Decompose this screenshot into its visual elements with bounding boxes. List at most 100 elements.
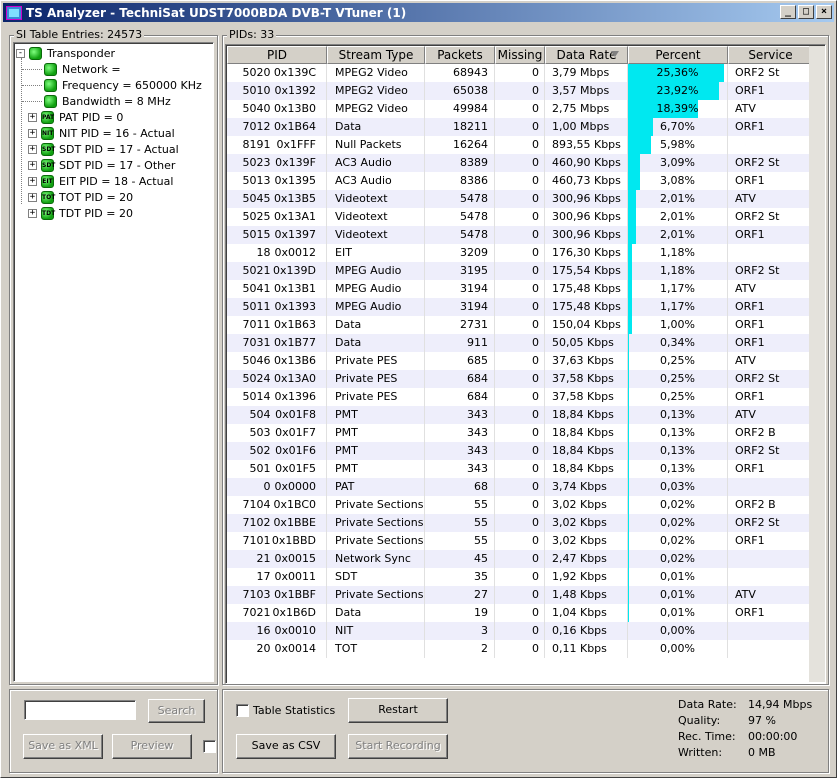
tree-node-table-6[interactable]: + TDT TDT PID = 20 xyxy=(28,205,133,221)
table-row[interactable]: 18 0x0012 EIT 3209 0 176,30 Kbps 1,18% xyxy=(227,244,813,262)
controls-group xyxy=(222,689,829,773)
table-row[interactable]: 5015 0x1397 Videotext 5478 0 300,96 Kbps 2,01%… xyxy=(227,226,813,244)
search-button[interactable]: Search xyxy=(148,699,205,723)
save-as-csv-button[interactable]: Save as CSV xyxy=(236,734,336,759)
title-bar[interactable]: TS Analyzer - TechniSat UDST7000BDA DVB-… xyxy=(3,3,834,22)
column-header-packets-label: Packets xyxy=(437,48,483,62)
cell-stream-type: Videotext xyxy=(327,226,425,244)
table-row[interactable]: 5041 0x13B1 MPEG Audio 3194 0 175,48 Kbps 1,17… xyxy=(227,280,813,298)
table-row[interactable]: 503 0x01F7 PMT 343 0 18,84 Kbps 0,13% ORF2 B xyxy=(227,424,813,442)
table-row[interactable]: 7101 0x1BBD Private Sections 55 0 3,02 Kbps 0,… xyxy=(227,532,813,550)
table-row[interactable]: 7102 0x1BBE Private Sections 55 0 3,02 Kbps 0,… xyxy=(227,514,813,532)
info-node-icon xyxy=(44,78,57,92)
tree-node-transponder[interactable]: - Transponder xyxy=(16,45,115,61)
table-row[interactable]: 16 0x0010 NIT 3 0 0,16 Kbps 0,00% xyxy=(227,622,813,640)
expand-icon[interactable]: + xyxy=(28,160,37,170)
cell-percent: 0,34% xyxy=(628,334,728,352)
table-row[interactable]: 21 0x0015 Network Sync 45 0 2,47 Kbps 0,02% xyxy=(227,550,813,568)
cell-percent: 0,13% xyxy=(628,424,728,442)
table-row[interactable]: 17 0x0011 SDT 35 0 1,92 Kbps 0,01% xyxy=(227,568,813,586)
collapse-icon[interactable]: - xyxy=(16,48,25,58)
cell-percent-value: 0,02% xyxy=(660,516,695,529)
expand-icon[interactable]: + xyxy=(28,128,37,138)
expand-icon[interactable]: + xyxy=(28,176,37,186)
cell-service xyxy=(728,622,813,640)
table-row[interactable]: 7103 0x1BBF Private Sections 27 0 1,48 Kbps 0,… xyxy=(227,586,813,604)
table-row[interactable]: 5014 0x1396 Private PES 684 0 37,58 Kbps 0,25%… xyxy=(227,388,813,406)
tree-line xyxy=(22,85,42,86)
column-header-packets[interactable]: Packets xyxy=(425,46,495,64)
tree-node-info-1[interactable]: Frequency = 650000 KHz xyxy=(44,77,202,93)
tree-node-info-2[interactable]: Bandwidth = 8 MHz xyxy=(44,93,171,109)
cell-pid-hex: 0x139D xyxy=(273,264,316,277)
cell-percent: 0,02% xyxy=(628,532,728,550)
table-row[interactable]: 8191 0x1FFF Null Packets 16264 0 893,55 Kbps 5… xyxy=(227,136,813,154)
expand-icon[interactable]: + xyxy=(28,208,37,218)
tree-node-table-1[interactable]: + NIT NIT PID = 16 - Actual xyxy=(28,125,175,141)
table-row[interactable]: 5020 0x139C MPEG2 Video 68943 0 3,79 Mbps 25,3… xyxy=(227,64,813,82)
cell-pid: 5025 0x13A1 xyxy=(227,208,327,226)
table-row[interactable]: 7104 0x1BC0 Private Sections 55 0 3,02 Kbps 0,… xyxy=(227,496,813,514)
column-header-stream-type[interactable]: Stream Type xyxy=(327,46,425,64)
minimize-button[interactable]: _ xyxy=(780,5,796,19)
column-header-missing[interactable]: Missing xyxy=(495,46,545,64)
start-recording-button[interactable]: Start Recording xyxy=(348,734,448,759)
tree-node-table-2[interactable]: + SDT SDT PID = 17 - Actual xyxy=(28,141,179,157)
tree-node-info-0[interactable]: Network = xyxy=(44,61,121,77)
cell-packets: 8389 xyxy=(425,154,495,172)
cell-stream-type: MPEG Audio xyxy=(327,262,425,280)
tree-node-table-5[interactable]: + TOT TOT PID = 20 xyxy=(28,189,133,205)
tree-node-table-0[interactable]: + PAT PAT PID = 0 xyxy=(28,109,123,125)
tree-node-table-4[interactable]: + EIT EIT PID = 18 - Actual xyxy=(28,173,173,189)
expand-icon[interactable]: + xyxy=(28,112,37,122)
table-statistics-checkbox[interactable] xyxy=(236,704,249,717)
table-row[interactable]: 5046 0x13B6 Private PES 685 0 37,63 Kbps 0,25%… xyxy=(227,352,813,370)
cell-pid-decimal: 5025 xyxy=(242,210,271,223)
table-row[interactable]: 7031 0x1B77 Data 911 0 50,05 Kbps 0,34% ORF1 xyxy=(227,334,813,352)
pid-table-scrollbar[interactable] xyxy=(809,46,825,682)
preview-button[interactable]: Preview xyxy=(112,734,192,759)
si-tree[interactable]: - Transponder Network = Frequency = 650000 … xyxy=(13,42,214,682)
table-row[interactable]: 5040 0x13B0 MPEG2 Video 49984 0 2,75 Mbps 18,3… xyxy=(227,100,813,118)
left-panel-checkbox[interactable] xyxy=(203,740,216,753)
table-row[interactable]: 7021 0x1B6D Data 19 0 1,04 Kbps 0,01% ORF1 xyxy=(227,604,813,622)
table-row[interactable]: 501 0x01F5 PMT 343 0 18,84 Kbps 0,13% ORF1 xyxy=(227,460,813,478)
table-row[interactable]: 7011 0x1B63 Data 2731 0 150,04 Kbps 1,00% ORF1 xyxy=(227,316,813,334)
cell-data-rate: 175,48 Kbps xyxy=(545,280,628,298)
table-row[interactable]: 5013 0x1395 AC3 Audio 8386 0 460,73 Kbps 3,08%… xyxy=(227,172,813,190)
table-row[interactable]: 5010 0x1392 MPEG2 Video 65038 0 3,57 Mbps 23,9… xyxy=(227,82,813,100)
table-row[interactable]: 0 0x0000 PAT 68 0 3,74 Kbps 0,03% xyxy=(227,478,813,496)
table-row[interactable]: 7012 0x1B64 Data 18211 0 1,00 Mbps 6,70% ORF1 xyxy=(227,118,813,136)
close-button[interactable]: × xyxy=(816,5,832,19)
cell-stream-type: MPEG2 Video xyxy=(327,64,425,82)
save-as-xml-button[interactable]: Save as XML xyxy=(23,734,103,759)
table-row[interactable]: 504 0x01F8 PMT 343 0 18,84 Kbps 0,13% ATV xyxy=(227,406,813,424)
column-header-service[interactable]: Service xyxy=(728,46,813,64)
cell-percent-value: 0,00% xyxy=(660,624,695,637)
tree-node-transponder-label: Transponder xyxy=(47,46,116,60)
column-header-pid[interactable]: PID xyxy=(227,46,327,64)
table-row[interactable]: 5021 0x139D MPEG Audio 3195 0 175,54 Kbps 1,18… xyxy=(227,262,813,280)
table-row[interactable]: 5025 0x13A1 Videotext 5478 0 300,96 Kbps 2,01%… xyxy=(227,208,813,226)
cell-service: ORF1 xyxy=(728,388,813,406)
table-row[interactable]: 20 0x0014 TOT 2 0 0,11 Kbps 0,00% xyxy=(227,640,813,658)
expand-icon[interactable]: + xyxy=(28,192,37,202)
cell-packets: 3209 xyxy=(425,244,495,262)
cell-service: ATV xyxy=(728,586,813,604)
cell-packets: 5478 xyxy=(425,208,495,226)
table-row[interactable]: 5023 0x139F AC3 Audio 8389 0 460,90 Kbps 3,09%… xyxy=(227,154,813,172)
expand-icon[interactable]: + xyxy=(28,144,37,154)
column-header-data-rate[interactable]: Data Rate xyxy=(545,46,628,64)
table-row[interactable]: 502 0x01F6 PMT 343 0 18,84 Kbps 0,13% ORF2 St xyxy=(227,442,813,460)
cell-pid-hex: 0x0011 xyxy=(274,570,316,583)
cell-missing: 0 xyxy=(495,478,545,496)
search-input[interactable] xyxy=(24,700,136,720)
maximize-button[interactable]: □ xyxy=(798,5,814,19)
restart-button[interactable]: Restart xyxy=(348,698,448,723)
column-header-percent[interactable]: Percent xyxy=(628,46,728,64)
table-row[interactable]: 5011 0x1393 MPEG Audio 3194 0 175,48 Kbps 1,17… xyxy=(227,298,813,316)
tree-node-table-3[interactable]: + SDT SDT PID = 17 - Other xyxy=(28,157,175,173)
cell-percent-value: 0,00% xyxy=(660,642,695,655)
table-row[interactable]: 5045 0x13B5 Videotext 5478 0 300,96 Kbps 2,01%… xyxy=(227,190,813,208)
table-row[interactable]: 5024 0x13A0 Private PES 684 0 37,58 Kbps 0,25%… xyxy=(227,370,813,388)
